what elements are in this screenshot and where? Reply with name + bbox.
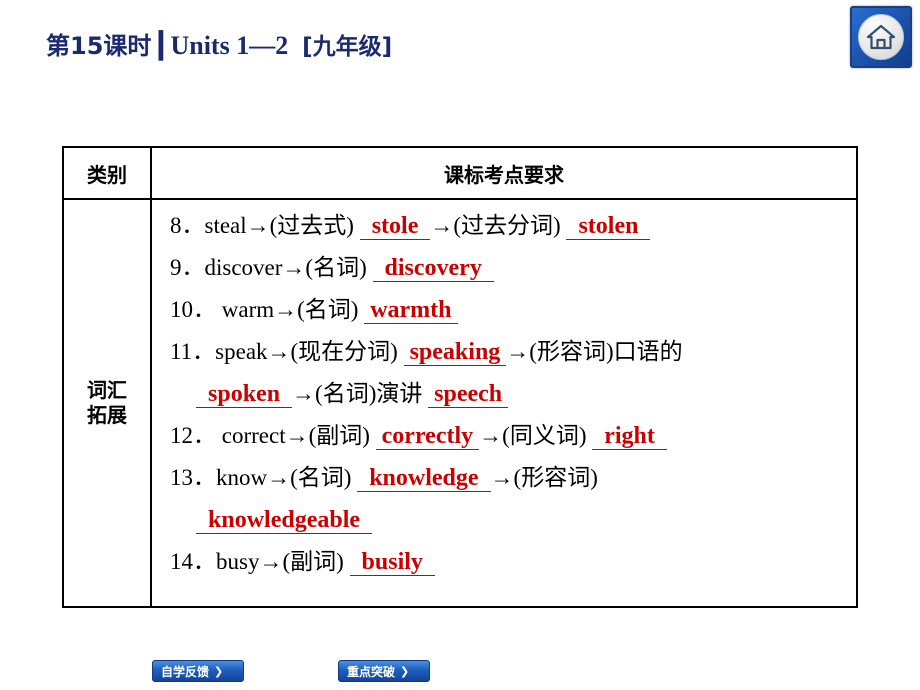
row-label-line1: 词汇	[87, 378, 127, 402]
home-button[interactable]	[850, 6, 912, 68]
answer-blank: spoken	[196, 382, 293, 408]
list-item: 9．discover→(名词) discovery	[170, 256, 846, 282]
page-title: 第15课时┃Units 1—2 [九年级]	[46, 26, 392, 61]
home-icon	[866, 23, 896, 51]
item-text-2: →(过去分词)	[430, 213, 567, 238]
list-item: 8．steal→(过去式) stole →(过去分词) stolen	[170, 214, 846, 240]
self-study-feedback-label: 自学反馈	[161, 664, 210, 679]
title-separator: ┃	[153, 32, 169, 60]
chevron-right-icon: ❯	[214, 664, 224, 678]
list-item: spoken →(名词)演讲 speech	[170, 382, 846, 408]
item-number: 9．	[170, 255, 205, 280]
column-header-category: 类别	[64, 148, 152, 198]
item-text-1: warm→(名词)	[216, 297, 365, 322]
item-text-2: →(形容词)	[490, 465, 598, 490]
item-number: 14．	[170, 549, 216, 574]
lesson-number: 第15课时	[46, 32, 152, 60]
row-label-line2: 拓展	[87, 403, 127, 427]
item-number: 13．	[170, 465, 216, 490]
home-button-circle	[858, 14, 904, 60]
key-points-label: 重点突破	[347, 664, 396, 679]
item-text-2: →(同义词)	[479, 423, 593, 448]
syllabus-table: 类别 课标考点要求 词汇 拓展 8．steal→(过去式) stole →(过去分…	[62, 146, 858, 608]
answer-blank: correctly	[375, 424, 480, 450]
answer-blank: discovery	[372, 256, 494, 282]
item-number: 10．	[170, 297, 216, 322]
list-item: 14．busy→(副词) busily	[170, 550, 846, 576]
item-number: 11．	[170, 339, 216, 364]
item-number: 8．	[170, 213, 205, 238]
item-text-1: correct→(副词)	[216, 423, 376, 448]
list-item: 10． warm→(名词) warmth	[170, 298, 846, 324]
unit-range: Units 1—2	[170, 31, 289, 60]
answer-blank: knowledgeable	[196, 508, 373, 534]
column-header-requirements: 课标考点要求	[444, 162, 564, 187]
item-text-1: speak→(现在分词)	[215, 339, 404, 364]
item-text-1: busy→(副词)	[216, 549, 350, 574]
list-item: 13．know→(名词) knowledge →(形容词)	[170, 466, 846, 492]
item-number: 12．	[170, 423, 216, 448]
answer-blank: stolen	[566, 214, 651, 240]
item-text-1: steal→(过去式)	[204, 213, 360, 238]
item-text-1: know→(名词)	[216, 465, 358, 490]
answer-blank: busily	[349, 550, 435, 576]
self-study-feedback-button[interactable]: 自学反馈 ❯	[152, 660, 244, 682]
answer-blank: stole	[359, 214, 431, 240]
table-body-row: 词汇 拓展 8．steal→(过去式) stole →(过去分词) stolen …	[64, 200, 856, 606]
item-text-2: →(形容词)口语的	[506, 339, 683, 364]
answer-blank: knowledge	[357, 466, 491, 492]
key-points-button[interactable]: 重点突破 ❯	[338, 660, 430, 682]
table-header-row: 类别 课标考点要求	[64, 148, 856, 200]
answer-blank: speech	[428, 382, 509, 408]
item-text-2: →(名词)演讲	[292, 381, 429, 406]
item-text-1: discover→(名词)	[204, 255, 373, 280]
row-label-vocabulary-extension: 词汇 拓展	[64, 200, 152, 606]
list-item: 12． correct→(副词) correctly →(同义词) right	[170, 424, 846, 450]
answer-blank: right	[592, 424, 667, 450]
list-item: knowledgeable	[170, 508, 846, 534]
list-item: 11．speak→(现在分词) speaking →(形容词)口语的	[170, 340, 846, 366]
grade-label: [九年级]	[302, 34, 393, 60]
answer-blank: warmth	[364, 298, 458, 324]
chevron-right-icon: ❯	[400, 664, 410, 678]
requirements-content: 8．steal→(过去式) stole →(过去分词) stolen 9．disc…	[152, 200, 856, 606]
answer-blank: speaking	[403, 340, 507, 366]
